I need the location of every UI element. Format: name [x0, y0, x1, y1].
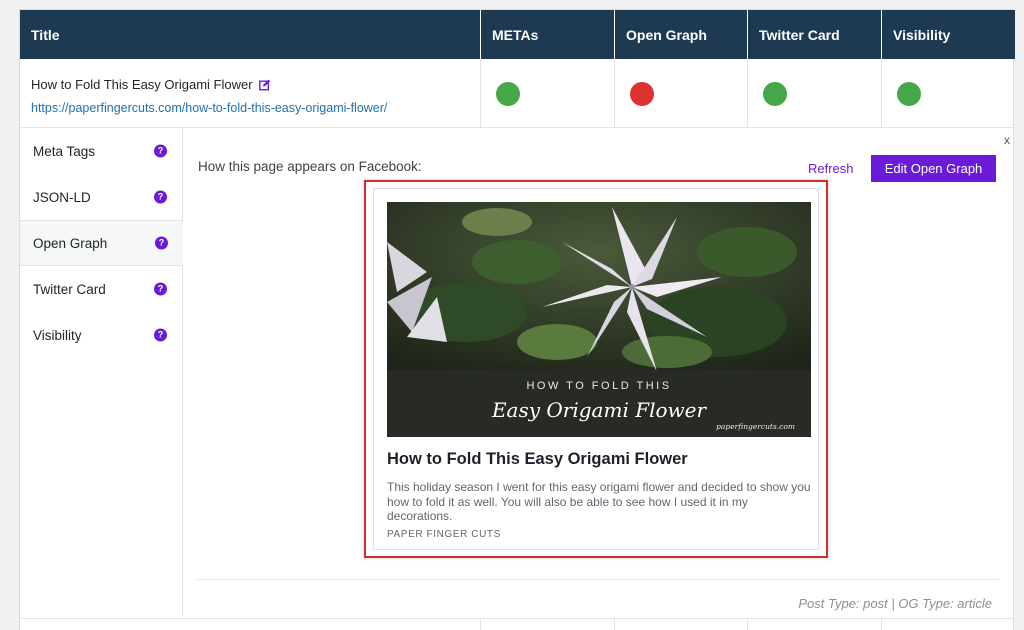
og-image: HOW TO FOLD THIS Easy Origami Flower pap… [387, 202, 811, 437]
seo-table-panel: Title METAs Open Graph Twitter Card Visi… [19, 9, 1015, 630]
edit-open-graph-button[interactable]: Edit Open Graph [871, 155, 996, 182]
next-row-cell [481, 619, 615, 630]
header-visibility: Visibility [893, 26, 951, 43]
facebook-preview-card: HOW TO FOLD THIS Easy Origami Flower pap… [373, 188, 819, 550]
tab-visibility[interactable]: Visibility ? [20, 312, 182, 358]
table-row-next [20, 618, 1015, 630]
title-cell: How to Fold This Easy Origami Flower htt… [20, 59, 481, 128]
facebook-preview-label: How this page appears on Facebook: [198, 159, 422, 174]
twitter-card-status-dot [763, 82, 787, 106]
open-graph-status-dot [630, 82, 654, 106]
help-icon[interactable]: ? [154, 144, 167, 158]
tab-label: Twitter Card [33, 281, 106, 297]
next-row-cell [20, 619, 481, 630]
metas-status-dot [496, 82, 520, 106]
og-preview-site-name: PAPER FINGER CUTS [387, 529, 501, 540]
tab-label: Open Graph [33, 235, 108, 251]
post-og-type-info: Post Type: post | OG Type: article [798, 596, 992, 611]
table-row: How to Fold This Easy Origami Flower htt… [20, 59, 1015, 128]
detail-area: Meta Tags ? JSON-LD ? Open Graph ? Twitt… [20, 128, 1015, 618]
visibility-status-dot [897, 82, 921, 106]
visibility-status-cell [882, 59, 1015, 128]
open-graph-status-cell [615, 59, 748, 128]
tab-meta-tags[interactable]: Meta Tags ? [20, 128, 182, 174]
table-header: Title METAs Open Graph Twitter Card Visi… [20, 10, 1015, 59]
tab-label: Meta Tags [33, 143, 96, 159]
image-site-watermark: paperfingercuts.com [716, 422, 795, 431]
close-icon[interactable]: x [1004, 133, 1010, 147]
post-url-link[interactable]: https://paperfingercuts.com/how-to-fold-… [31, 101, 387, 115]
divider [197, 579, 999, 580]
help-icon[interactable]: ? [154, 190, 167, 204]
twitter-card-status-cell [748, 59, 882, 128]
next-row-cell [748, 619, 882, 630]
header-metas: METAs [481, 10, 615, 59]
image-caption-line2: Easy Origami Flower [491, 398, 707, 422]
header-open-graph: Open Graph [615, 10, 748, 59]
header-twitter-card: Twitter Card [748, 10, 882, 59]
tab-label: JSON-LD [33, 189, 91, 205]
og-preview-title: How to Fold This Easy Origami Flower [387, 450, 688, 468]
next-row-cell [882, 619, 1015, 630]
refresh-link[interactable]: Refresh [808, 161, 854, 176]
tab-label: Visibility [33, 327, 82, 343]
og-preview-description: This holiday season I went for this easy… [387, 480, 811, 523]
next-row-cell [615, 619, 748, 630]
tab-twitter-card[interactable]: Twitter Card ? [20, 266, 182, 312]
facebook-preview-highlight: HOW TO FOLD THIS Easy Origami Flower pap… [364, 180, 828, 558]
metas-status-cell [481, 59, 615, 128]
image-caption-line1: HOW TO FOLD THIS [526, 380, 672, 392]
tab-open-graph[interactable]: Open Graph ? [20, 220, 183, 266]
post-title-wrap: How to Fold This Easy Origami Flower [31, 77, 271, 92]
edit-icon[interactable] [258, 79, 271, 91]
open-graph-panel: x How this page appears on Facebook: Ref… [183, 128, 1015, 616]
header-title: Title [20, 10, 481, 59]
help-icon[interactable]: ? [155, 236, 168, 250]
detail-sidebar: Meta Tags ? JSON-LD ? Open Graph ? Twitt… [20, 128, 183, 616]
help-icon[interactable]: ? [154, 328, 167, 342]
tab-json-ld[interactable]: JSON-LD ? [20, 174, 182, 220]
post-title: How to Fold This Easy Origami Flower [31, 77, 253, 92]
help-icon[interactable]: ? [154, 282, 167, 296]
